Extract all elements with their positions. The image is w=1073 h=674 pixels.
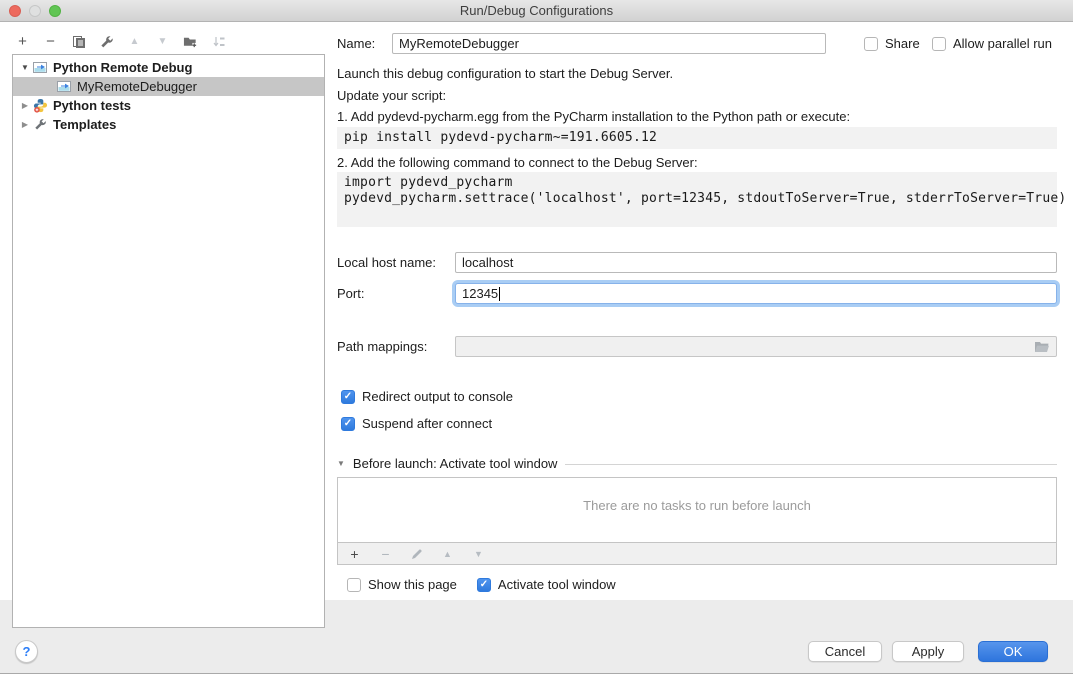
path-mappings-label: Path mappings: — [337, 336, 427, 357]
configurations-tree: ▼ Python Remote Debug MyRemoteDebugger — [12, 54, 325, 628]
redirect-output-checkbox[interactable]: ✓ — [341, 390, 355, 404]
configurations-toolbar: + − ▲ ▼ — [15, 31, 226, 53]
add-task-icon[interactable]: + — [347, 546, 362, 562]
collapse-section-icon[interactable]: ▼ — [337, 459, 345, 468]
move-task-down-icon[interactable]: ▼ — [471, 546, 486, 562]
local-host-label: Local host name: — [337, 252, 436, 273]
tree-item-python-tests[interactable]: ▶ Python tests — [13, 96, 324, 115]
show-this-page-checkbox[interactable] — [347, 578, 361, 592]
suspend-after-connect-checkbox[interactable]: ✓ — [341, 417, 355, 431]
move-down-icon[interactable]: ▼ — [155, 34, 170, 50]
settrace-code-line2: pydevd_pycharm.settrace('localhost', por… — [344, 191, 1050, 207]
tree-item-label: Templates — [53, 117, 116, 132]
remove-configuration-icon[interactable]: − — [43, 34, 58, 50]
pip-install-code: pip install pydevd-pycharm~=191.6605.12 — [337, 127, 1057, 149]
task-list-toolbar: + − ▲ ▼ — [337, 543, 1057, 565]
python-icon — [31, 98, 49, 113]
chevron-right-icon[interactable]: ▶ — [19, 120, 31, 129]
path-mappings-input[interactable] — [455, 336, 1057, 357]
text-caret — [499, 287, 500, 301]
tree-item-python-remote-debug[interactable]: ▼ Python Remote Debug — [13, 58, 324, 77]
remote-debug-icon — [55, 80, 73, 93]
suspend-after-connect-label: Suspend after connect — [362, 416, 492, 431]
share-checkbox[interactable] — [864, 37, 878, 51]
add-configuration-icon[interactable]: + — [15, 34, 30, 50]
update-script-text: Update your script: — [337, 88, 446, 103]
cancel-button[interactable]: Cancel — [808, 641, 882, 662]
tree-item-templates[interactable]: ▶ Templates — [13, 115, 324, 134]
edit-task-icon[interactable] — [409, 546, 424, 562]
configuration-form: Name: Share Allow parallel run Launch th… — [337, 0, 1057, 600]
allow-parallel-run-label: Allow parallel run — [953, 36, 1052, 51]
remove-task-icon[interactable]: − — [378, 546, 393, 562]
port-value: 12345 — [462, 286, 498, 301]
activate-tool-window-label: Activate tool window — [498, 577, 616, 592]
move-task-up-icon[interactable]: ▲ — [440, 546, 455, 562]
tree-item-label: Python tests — [53, 98, 131, 113]
step1-text: 1. Add pydevd-pycharm.egg from the PyCha… — [337, 109, 850, 124]
run-debug-configurations-dialog: Run/Debug Configurations + − ▲ ▼ — [0, 0, 1073, 674]
chevron-right-icon[interactable]: ▶ — [19, 101, 31, 110]
open-folder-icon[interactable] — [1034, 341, 1050, 353]
tree-item-label: MyRemoteDebugger — [77, 79, 197, 94]
wrench-icon — [31, 118, 49, 131]
show-this-page-label: Show this page — [368, 577, 457, 592]
chevron-down-icon[interactable]: ▼ — [19, 63, 31, 72]
empty-task-list-text: There are no tasks to run before launch — [583, 498, 811, 513]
redirect-output-label: Redirect output to console — [362, 389, 513, 404]
move-up-icon[interactable]: ▲ — [127, 34, 142, 50]
tree-item-myremotedebugger[interactable]: MyRemoteDebugger — [13, 77, 324, 96]
section-rule — [565, 464, 1057, 465]
local-host-input[interactable] — [455, 252, 1057, 273]
intro-text: Launch this debug configuration to start… — [337, 66, 673, 81]
name-input[interactable] — [392, 33, 826, 54]
ok-button[interactable]: OK — [978, 641, 1048, 662]
name-label: Name: — [337, 33, 375, 54]
apply-button[interactable]: Apply — [892, 641, 964, 662]
help-button[interactable]: ? — [15, 640, 38, 663]
edit-templates-icon[interactable] — [99, 34, 114, 50]
port-label: Port: — [337, 283, 364, 304]
before-launch-title: Before launch: Activate tool window — [353, 456, 558, 471]
before-launch-task-list[interactable]: There are no tasks to run before launch — [337, 477, 1057, 543]
allow-parallel-run-checkbox[interactable] — [932, 37, 946, 51]
share-label: Share — [885, 36, 920, 51]
sort-alphabetically-icon[interactable] — [211, 34, 226, 50]
port-input[interactable]: 12345 — [455, 283, 1057, 304]
settrace-code-line1: import pydevd_pycharm — [344, 175, 1050, 191]
new-folder-icon[interactable] — [183, 34, 198, 50]
step2-text: 2. Add the following command to connect … — [337, 155, 698, 170]
activate-tool-window-checkbox[interactable]: ✓ — [477, 578, 491, 592]
tree-item-label: Python Remote Debug — [53, 60, 192, 75]
settrace-code: import pydevd_pycharmpydevd_pycharm.sett… — [337, 172, 1057, 227]
copy-configuration-icon[interactable] — [71, 34, 86, 50]
remote-debug-icon — [31, 61, 49, 74]
